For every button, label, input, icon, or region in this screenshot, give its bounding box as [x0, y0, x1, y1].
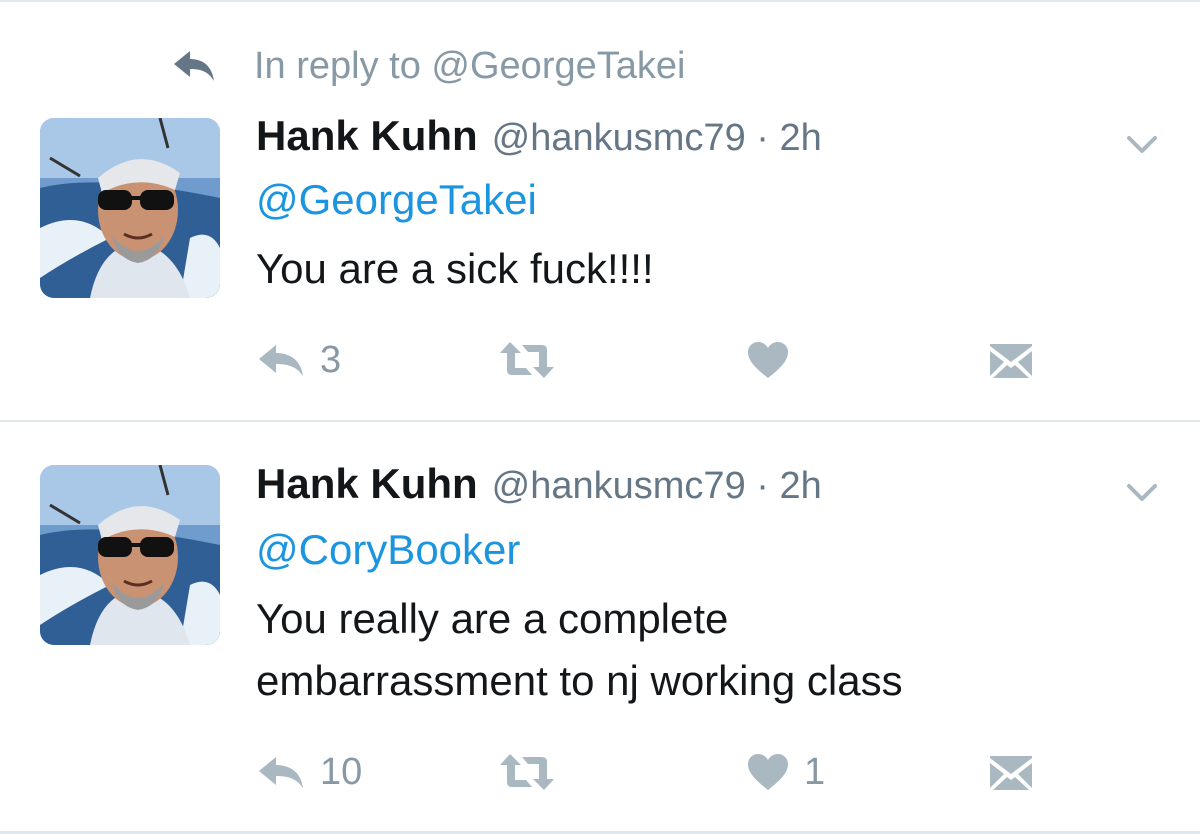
like-count: 1: [804, 750, 826, 793]
handle-time[interactable]: @hankusmc79 · 2h: [492, 117, 822, 160]
handle-time[interactable]: @hankusmc79 · 2h: [492, 465, 822, 508]
retweet-icon: [500, 754, 554, 790]
timeline: In reply to @GeorgeTakei Hank Kuhn @hank…: [0, 0, 1200, 834]
reply-button[interactable]: 10: [256, 744, 362, 800]
direct-message-button[interactable]: [988, 332, 1034, 388]
tweet-item[interactable]: Hank Kuhn @hankusmc79 · 2h @CoryBooker Y…: [0, 422, 1200, 834]
reply-button[interactable]: 3: [256, 332, 341, 388]
tweet-text-line: You are a sick fuck!!!!: [256, 245, 654, 292]
reply-arrow-icon: [259, 757, 303, 788]
retweet-icon: [500, 342, 554, 378]
reply-context-text: In reply to @GeorgeTakei: [254, 44, 686, 87]
tweet-actions: 10 1: [256, 744, 1056, 800]
envelope-icon: [990, 756, 1032, 790]
retweet-button[interactable]: [498, 744, 570, 800]
tweet-item[interactable]: In reply to @GeorgeTakei Hank Kuhn @hank…: [0, 0, 1200, 420]
display-name[interactable]: Hank Kuhn: [256, 112, 478, 160]
tweet-text-line: You really are a complete: [256, 595, 729, 642]
reply-arrow-icon: [259, 345, 303, 376]
tweet-actions: 3: [256, 332, 1056, 388]
heart-icon: [748, 342, 788, 378]
retweet-button[interactable]: [498, 332, 570, 388]
display-name[interactable]: Hank Kuhn: [256, 460, 478, 508]
like-button[interactable]: 1: [746, 744, 825, 800]
avatar[interactable]: [40, 465, 220, 645]
like-button[interactable]: [746, 332, 804, 388]
tweet-text: You are a sick fuck!!!!: [256, 238, 654, 300]
tweet-header: Hank Kuhn @hankusmc79 · 2h: [256, 460, 822, 512]
tweet-text: You really are a complete embarrassment …: [256, 588, 903, 712]
heart-icon: [748, 754, 788, 790]
tweet-header: Hank Kuhn @hankusmc79 · 2h: [256, 112, 822, 164]
chevron-down-icon[interactable]: [1126, 482, 1158, 504]
reply-context[interactable]: In reply to @GeorgeTakei: [172, 40, 685, 92]
chevron-down-icon[interactable]: [1126, 134, 1158, 156]
tweet-text-line: embarrassment to nj working class: [256, 657, 903, 704]
direct-message-button[interactable]: [988, 744, 1034, 800]
avatar[interactable]: [40, 118, 220, 298]
reply-arrow-icon: [172, 49, 216, 83]
mention-link[interactable]: @GeorgeTakei: [256, 176, 537, 224]
reply-count: 3: [320, 338, 342, 381]
mention-link[interactable]: @CoryBooker: [256, 526, 520, 574]
envelope-icon: [990, 344, 1032, 378]
reply-count: 10: [320, 750, 363, 793]
